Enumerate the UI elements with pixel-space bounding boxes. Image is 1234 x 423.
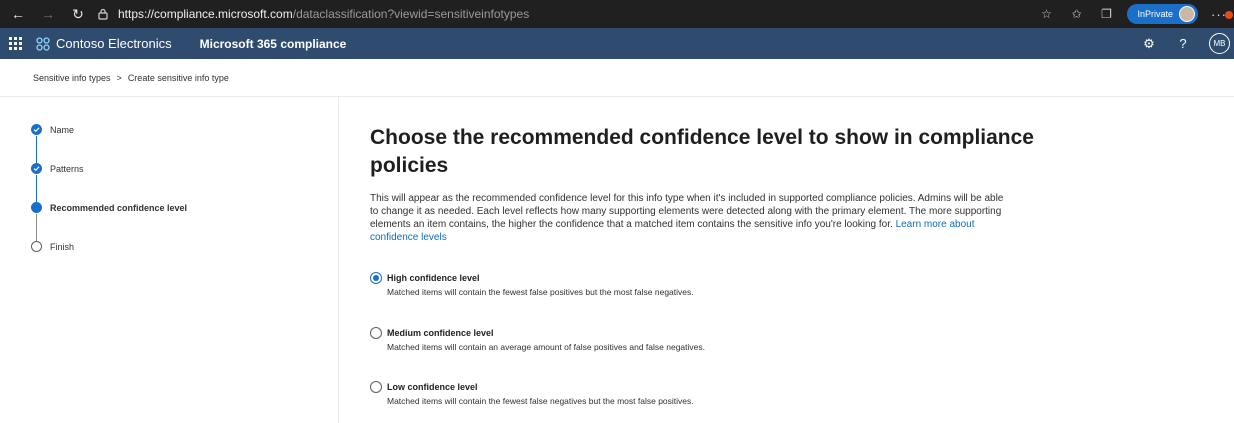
favorites-icon[interactable]: ✩ [1067, 5, 1085, 23]
divider [0, 96, 1234, 97]
collections-icon[interactable]: ❐ [1097, 5, 1115, 23]
checkmark-icon [31, 163, 42, 174]
breadcrumb-item-sensitive-info-types[interactable]: Sensitive info types [33, 73, 111, 83]
breadcrumb: Sensitive info types > Create sensitive … [33, 73, 229, 83]
step-recommended-confidence-level[interactable]: Recommended confidence level [31, 202, 187, 213]
inprivate-label: InPrivate [1137, 9, 1173, 19]
inprivate-button[interactable]: InPrivate [1127, 4, 1198, 24]
radio-button-checked[interactable] [370, 272, 382, 284]
url-path: /dataclassification?viewid=sensitiveinfo… [292, 7, 530, 21]
option-label: High confidence level [387, 273, 480, 283]
step-name[interactable]: Name [31, 124, 74, 135]
current-step-icon [31, 202, 42, 213]
breadcrumb-separator: > [116, 73, 122, 83]
profile-avatar-icon [1179, 6, 1195, 22]
option-medium-confidence[interactable]: Medium confidence level Matched items wi… [370, 326, 705, 352]
radio-button[interactable] [370, 381, 382, 393]
step-label: Patterns [50, 163, 84, 174]
option-label: Medium confidence level [387, 328, 494, 338]
radio-button[interactable] [370, 327, 382, 339]
forward-arrow-icon[interactable]: → [36, 2, 60, 26]
lock-icon [98, 8, 108, 20]
refresh-icon[interactable]: ↻ [66, 2, 90, 26]
option-high-confidence[interactable]: High confidence level Matched items will… [370, 271, 694, 297]
step-connector [36, 136, 37, 163]
step-label: Finish [50, 241, 75, 252]
org-name[interactable]: Contoso Electronics [56, 36, 172, 51]
divider [338, 97, 339, 423]
option-description: Matched items will contain the fewest fa… [387, 287, 694, 297]
notification-badge [1225, 11, 1233, 19]
app-name[interactable]: Microsoft 365 compliance [200, 37, 347, 51]
url-host: https://compliance.microsoft.com [118, 7, 293, 21]
app-header: Contoso Electronics Microsoft 365 compli… [0, 28, 1234, 59]
back-arrow-icon[interactable]: ← [6, 2, 30, 26]
step-label: Recommended confidence level [50, 202, 188, 213]
help-icon[interactable]: ? [1175, 36, 1191, 51]
option-label: Low confidence level [387, 382, 478, 392]
avatar[interactable]: MB [1209, 33, 1230, 54]
pending-step-icon [31, 241, 42, 252]
browser-toolbar: ← → ↻ https://compliance.microsoft.com/d… [0, 0, 1234, 28]
checkmark-icon [31, 124, 42, 135]
option-low-confidence[interactable]: Low confidence level Matched items will … [370, 380, 694, 406]
step-connector [36, 175, 37, 202]
step-patterns[interactable]: Patterns [31, 163, 84, 174]
step-label: Name [50, 124, 75, 135]
app-launcher-icon[interactable] [9, 37, 22, 50]
option-description: Matched items will contain an average am… [387, 342, 705, 352]
breadcrumb-item-create: Create sensitive info type [127, 73, 229, 83]
option-description: Matched items will contain the fewest fa… [387, 396, 694, 406]
page-title: Choose the recommended confidence level … [370, 126, 1034, 177]
address-bar[interactable]: https://compliance.microsoft.com/datacla… [96, 3, 1051, 25]
step-connector [36, 214, 37, 241]
settings-gear-icon[interactable]: ⚙ [1141, 36, 1157, 52]
step-finish: Finish [31, 241, 74, 252]
more-icon[interactable]: ··· [1210, 5, 1233, 23]
page-description: This will appear as the recommended conf… [370, 192, 1010, 244]
org-logo-icon [36, 36, 50, 51]
favorites-add-icon[interactable]: ☆ [1037, 5, 1055, 23]
